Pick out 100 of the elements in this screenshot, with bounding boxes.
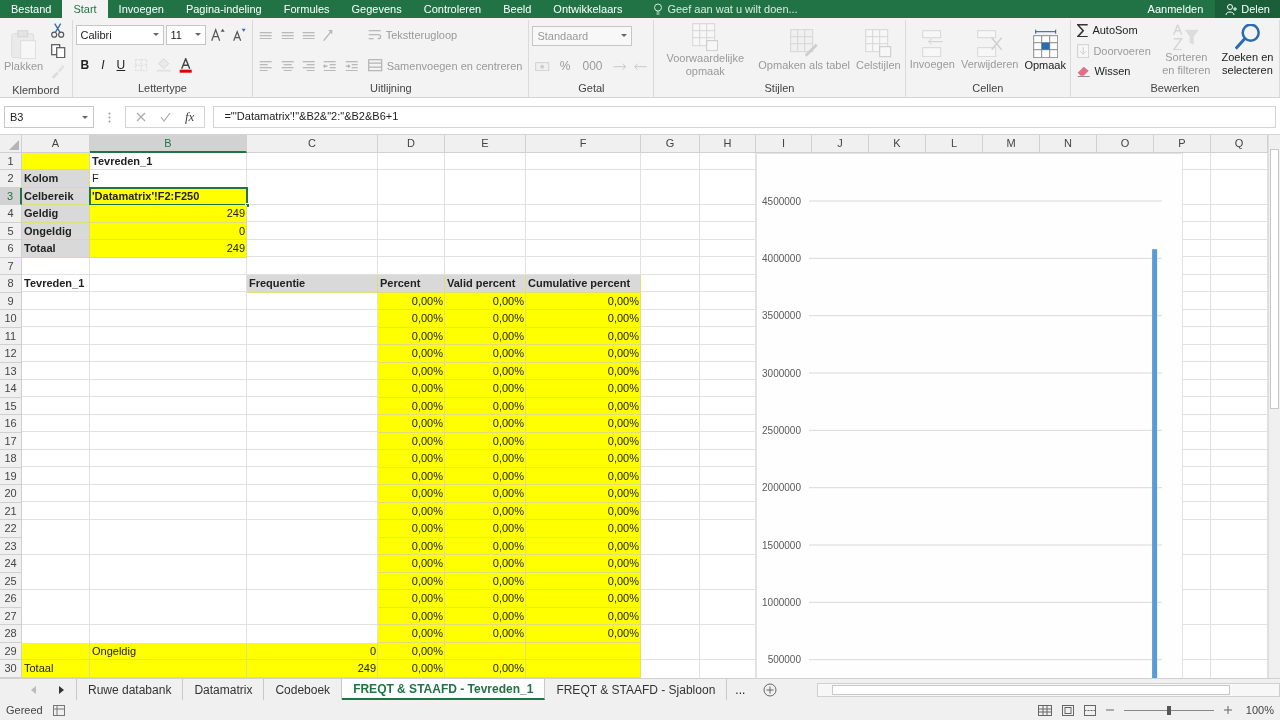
menu-tab[interactable]: Start	[62, 0, 108, 18]
table-cell[interactable]: 0,00%	[526, 625, 641, 643]
column-header[interactable]: C	[247, 135, 378, 153]
table-cell[interactable]: 0,00%	[378, 450, 445, 468]
column-header[interactable]: A	[22, 135, 90, 153]
table-cell[interactable]: 0,00%	[378, 485, 445, 503]
table-cell[interactable]: 0,00%	[445, 590, 526, 608]
bold-button[interactable]: B	[75, 56, 95, 75]
column-header[interactable]: F	[526, 135, 641, 153]
table-cell[interactable]: Frequentie	[247, 275, 378, 293]
table-cell[interactable]: 0,00%	[526, 345, 641, 363]
menu-tab[interactable]: Pagina-indeling	[174, 0, 273, 18]
table-cell[interactable]: 249	[247, 660, 378, 678]
column-header[interactable]: J	[812, 135, 869, 153]
share-button[interactable]: Delen	[1215, 0, 1280, 18]
table-cell[interactable]: Totaal	[22, 660, 90, 678]
column-header[interactable]: K	[869, 135, 926, 153]
add-sheet-icon[interactable]	[763, 682, 778, 697]
table-cell[interactable]: 0,00%	[526, 555, 641, 573]
highlighted-cell[interactable]	[90, 660, 247, 678]
row-header[interactable]: 18	[0, 450, 22, 468]
arrow-right-icon[interactable]	[59, 685, 65, 694]
column-header[interactable]: N	[1040, 135, 1097, 153]
row-header[interactable]: 4	[0, 205, 22, 223]
highlighted-cell[interactable]	[526, 660, 641, 678]
table-cell[interactable]: 0,00%	[526, 380, 641, 398]
row-header[interactable]: 14	[0, 380, 22, 398]
ribbon-button[interactable]: AutoSom	[1074, 21, 1141, 39]
table-cell[interactable]: 0,00%	[378, 345, 445, 363]
check-icon[interactable]	[160, 112, 171, 122]
table-cell[interactable]: Ongeldig	[90, 642, 247, 660]
menu-tab[interactable]: Gegevens	[340, 0, 413, 18]
row-header[interactable]: 20	[0, 485, 22, 503]
row-header[interactable]: 24	[0, 555, 22, 573]
table-cell[interactable]: 0,00%	[445, 450, 526, 468]
menu-tab[interactable]: Bestand	[0, 0, 63, 18]
column-header[interactable]: M	[983, 135, 1040, 153]
ribbon-button[interactable]: Zoeken en selecteren	[1218, 22, 1276, 79]
table-cell[interactable]: 0	[247, 642, 378, 660]
table-cell[interactable]: 0,00%	[378, 415, 445, 433]
row-header[interactable]: 22	[0, 520, 22, 538]
table-cell[interactable]: 0,00%	[378, 380, 445, 398]
sheet-tab[interactable]: FREQT & STAAFD - Tevreden_1	[342, 679, 546, 700]
column-header[interactable]: O	[1097, 135, 1154, 153]
menu-tab[interactable]: Controleren	[412, 0, 493, 18]
highlighted-cell[interactable]	[22, 642, 90, 660]
size-field[interactable]: 11	[165, 24, 206, 45]
ribbon-button[interactable]: Wissen	[1074, 63, 1134, 80]
horizontal-scrollbar[interactable]	[817, 682, 1280, 697]
table-cell[interactable]: 0,00%	[378, 555, 445, 573]
column-header[interactable]: E	[445, 135, 526, 153]
vertical-scrollbar[interactable]	[1268, 135, 1280, 678]
sign-in-link[interactable]: Aanmelden	[1135, 0, 1216, 18]
zoom-slider-thumb[interactable]	[1166, 705, 1171, 715]
row-header[interactable]: 6	[0, 240, 22, 258]
column-header[interactable]: Q	[1211, 135, 1268, 153]
table-cell[interactable]: Kolom	[22, 170, 90, 188]
table-cell[interactable]: 0,00%	[526, 450, 641, 468]
table-cell[interactable]: Tevreden_1	[90, 152, 247, 170]
column-header[interactable]: B	[90, 135, 247, 153]
row-header[interactable]: 12	[0, 345, 22, 363]
more-tabs-button[interactable]: ...	[727, 682, 754, 697]
formula-field[interactable]: ="'Datamatrix'!"&B2&"2:"&B2&B6+1	[213, 106, 1276, 128]
row-header[interactable]: 30	[0, 660, 22, 678]
page-layout-icon[interactable]	[1061, 704, 1074, 716]
close-icon[interactable]	[136, 112, 146, 122]
column-header[interactable]: L	[926, 135, 983, 153]
table-cell[interactable]: 0,00%	[526, 590, 641, 608]
column-header[interactable]: G	[641, 135, 700, 153]
menu-tab[interactable]: Beeld	[492, 0, 543, 18]
table-cell[interactable]: Geldig	[22, 205, 90, 223]
table-cell[interactable]: 0,00%	[445, 310, 526, 328]
row-header[interactable]: 28	[0, 625, 22, 643]
table-cell[interactable]: 0,00%	[378, 520, 445, 538]
page-break-icon[interactable]	[1083, 704, 1096, 716]
underline-button[interactable]: U	[111, 56, 131, 75]
table-cell[interactable]: Percent	[378, 275, 445, 293]
column-header[interactable]: H	[700, 135, 756, 153]
arrow-left-icon[interactable]	[31, 685, 37, 694]
menu-tab[interactable]: Ontwikkelaars	[542, 0, 634, 18]
table-cell[interactable]: 0,00%	[445, 345, 526, 363]
table-cell[interactable]: 0,00%	[526, 520, 641, 538]
table-cell[interactable]: 0,00%	[445, 555, 526, 573]
row-header[interactable]: 8	[0, 275, 22, 293]
table-cell[interactable]: 249	[90, 240, 247, 258]
column-header[interactable]: D	[378, 135, 445, 153]
row-header[interactable]: 2	[0, 170, 22, 188]
table-cell[interactable]: Tevreden_1	[22, 275, 90, 293]
tell-me-field[interactable]: Geef aan wat u wilt doen...	[667, 3, 838, 15]
table-cell[interactable]: 0,00%	[445, 485, 526, 503]
table-cell[interactable]: 'Datamatrix'!F2:F250	[90, 187, 247, 205]
normal-view-icon[interactable]	[1037, 704, 1052, 716]
table-cell[interactable]: 0,00%	[445, 520, 526, 538]
table-cell[interactable]: Cumulative percent	[526, 275, 641, 293]
table-cell[interactable]: 0,00%	[378, 310, 445, 328]
table-cell[interactable]: 0,00%	[526, 310, 641, 328]
zoom-out-icon[interactable]	[1105, 706, 1114, 714]
menu-tab[interactable]: Formules	[272, 0, 341, 18]
insert-function-button[interactable]: fx	[185, 109, 195, 125]
macro-record-icon[interactable]	[52, 704, 65, 716]
